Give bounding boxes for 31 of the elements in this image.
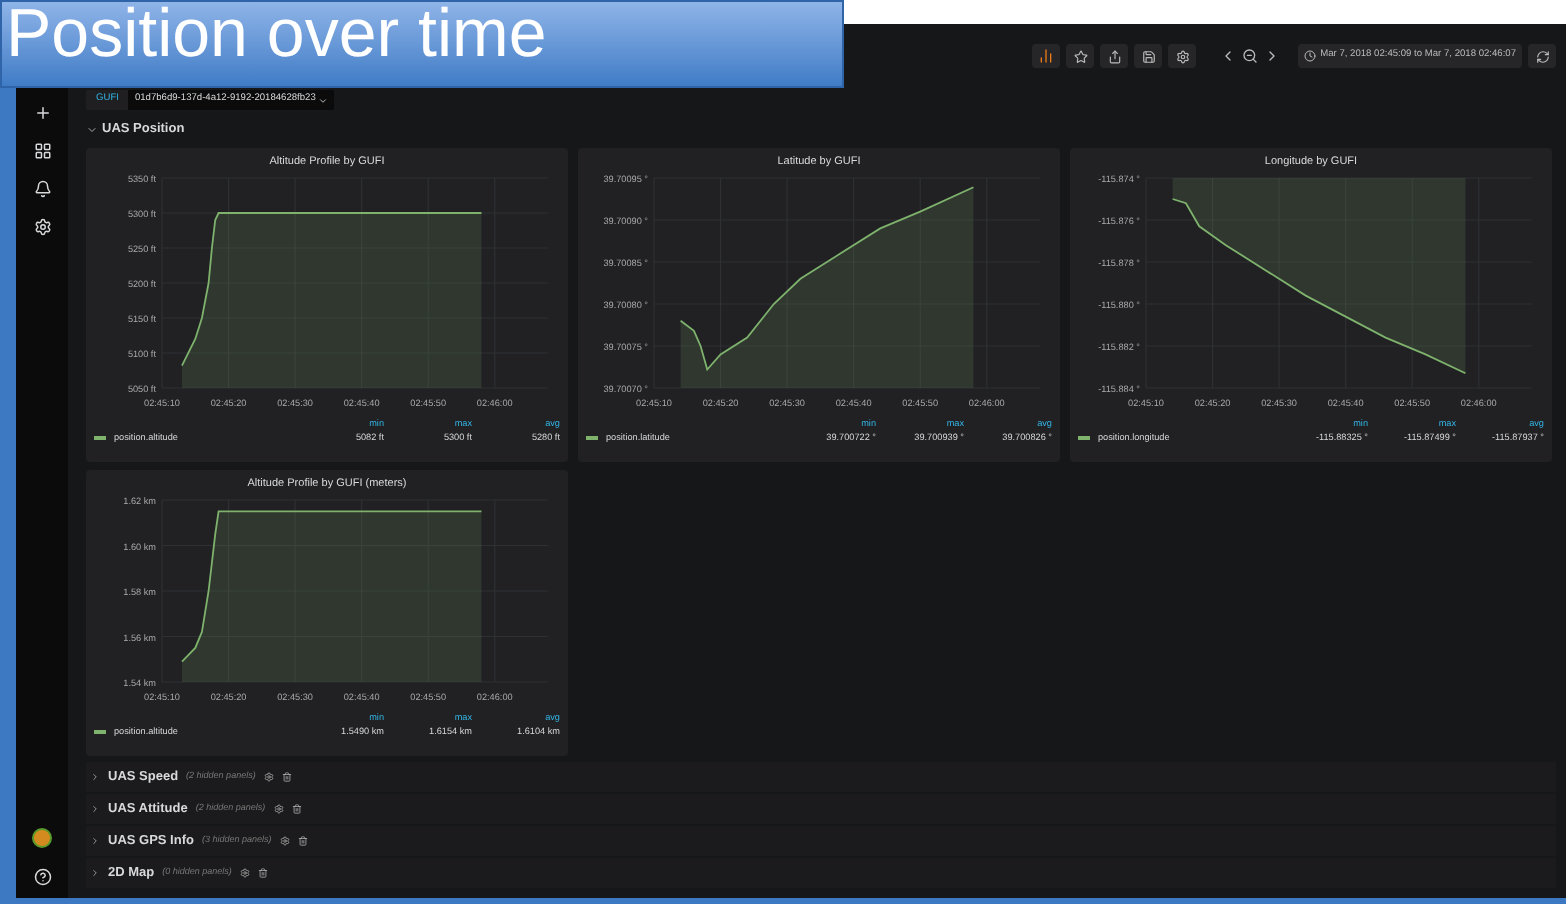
settings-button[interactable] [1168,44,1197,68]
help-icon[interactable] [33,868,51,886]
chevron-icon[interactable] [86,124,98,136]
share-icon [1107,49,1122,63]
refresh-icon [1535,49,1549,63]
chevron-icon[interactable] [90,804,100,814]
share-button[interactable] [1100,44,1129,68]
grid-icon[interactable] [33,142,51,160]
chevron-icon[interactable] [90,836,100,846]
save-button[interactable] [1134,44,1163,68]
chevron-icon[interactable] [90,868,100,878]
refresh-button[interactable] [1528,44,1556,68]
caret-icon [317,95,328,105]
trash-icon[interactable] [257,868,268,878]
bell-icon[interactable] [33,180,51,198]
trash-icon[interactable] [281,772,292,782]
save-icon [1141,49,1156,63]
add-panel-button[interactable] [1032,44,1061,68]
trash-icon[interactable] [291,804,302,814]
star-icon [1073,49,1088,63]
trash-icon[interactable] [297,836,308,846]
bar-chart-icon [1038,48,1055,64]
settings-icon [1175,49,1190,63]
zoom-out-icon[interactable] [1242,48,1259,64]
plus-icon[interactable] [33,104,51,122]
settings-icon[interactable] [33,218,51,236]
chevron-icon[interactable] [90,772,100,782]
clock-icon [1304,50,1317,62]
star-button[interactable] [1066,44,1095,68]
avatar-icon[interactable] [32,828,52,848]
banner-title: Position over time [6,2,547,72]
